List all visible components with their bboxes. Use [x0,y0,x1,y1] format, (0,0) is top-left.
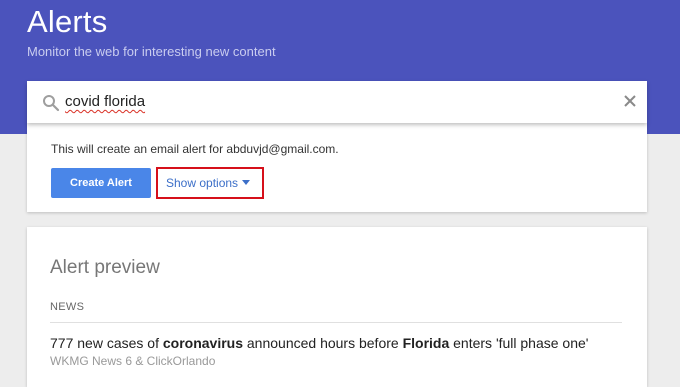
close-icon[interactable] [622,93,638,109]
show-options-label: Show options [166,176,239,190]
create-alert-button[interactable]: Create Alert [51,168,151,198]
show-options-button[interactable]: Show options [156,167,264,199]
article-source: WKMG News 6 & ClickOrlando [50,354,216,368]
search-icon [43,95,60,112]
app-title: Alerts [27,4,108,39]
search-query-text: covid florida [65,93,146,110]
article-title-part: 777 new cases of [50,335,163,351]
divider [50,322,622,323]
article-keyword: coronavirus [162,335,243,351]
alert-preview-card: Alert preview NEWS 777 new cases of coro… [27,227,647,387]
preview-title: Alert preview [50,257,160,278]
search-input[interactable]: covid florida [27,81,647,123]
article-title-part: enters 'full phase one' [449,335,589,351]
article-title-link[interactable]: 777 new cases of coronavirus announced h… [50,335,588,351]
app-subtitle: Monitor the web for interesting new cont… [27,44,276,59]
caret-down-icon [242,180,250,185]
news-section-label: NEWS [50,301,85,313]
article-title-part: announced hours before [243,335,403,351]
email-alert-info: This will create an email alert for abdu… [51,142,339,156]
article-keyword: Florida [402,335,450,351]
create-alert-card: This will create an email alert for abdu… [27,123,647,212]
